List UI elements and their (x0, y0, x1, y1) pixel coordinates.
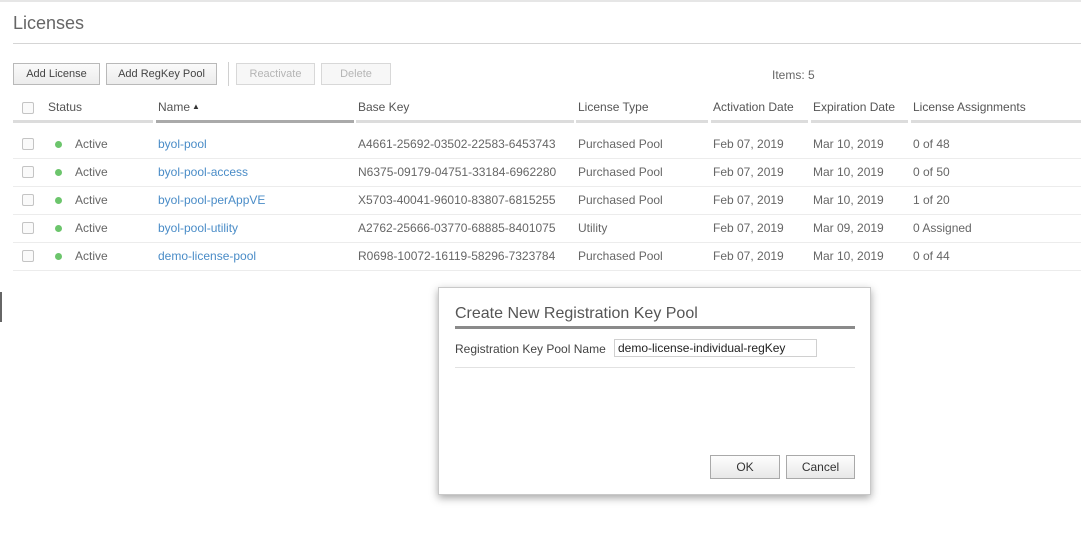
pool-name-label: Registration Key Pool Name (455, 342, 606, 356)
sort-ascending-icon: ▲ (192, 102, 200, 111)
row-status: Active (75, 193, 108, 207)
cancel-button[interactable]: Cancel (786, 455, 855, 479)
status-active-icon (55, 197, 62, 204)
row-base-key: A2762-25666-03770-68885-8401075 (358, 221, 556, 235)
delete-button[interactable]: Delete (321, 63, 391, 85)
row-checkbox[interactable] (22, 250, 34, 262)
row-base-key: N6375-09179-04751-33184-6962280 (358, 165, 557, 179)
column-header-activation-date[interactable]: Activation Date (713, 100, 794, 114)
select-all-checkbox[interactable] (22, 102, 34, 114)
row-base-key: A4661-25692-03502-22583-6453743 (358, 137, 556, 151)
column-header-base-key[interactable]: Base Key (358, 100, 409, 114)
row-license-assignments: 0 of 48 (913, 137, 950, 151)
table-row[interactable]: Active byol-pool-utility A2762-25666-037… (13, 214, 1081, 242)
reactivate-button[interactable]: Reactivate (236, 63, 315, 85)
row-activation-date: Feb 07, 2019 (713, 137, 784, 151)
add-license-button[interactable]: Add License (13, 63, 100, 85)
expiration-column-underline (811, 120, 908, 123)
status-active-icon (55, 225, 62, 232)
licenses-page: Licenses Add License Add RegKey Pool Rea… (0, 0, 1081, 535)
column-header-name[interactable]: Name ▲ (158, 100, 200, 114)
basekey-column-underline (356, 120, 574, 123)
row-license-type: Purchased Pool (578, 249, 663, 263)
row-name-link[interactable]: byol-pool (158, 137, 207, 151)
title-divider (13, 43, 1081, 44)
create-regkey-pool-dialog: Create New Registration Key Pool Registr… (438, 287, 871, 495)
row-activation-date: Feb 07, 2019 (713, 165, 784, 179)
table-row[interactable]: Active demo-license-pool R0698-10072-161… (13, 242, 1081, 270)
row-activation-date: Feb 07, 2019 (713, 249, 784, 263)
row-license-assignments: 0 of 50 (913, 165, 950, 179)
column-header-license-assignments[interactable]: License Assignments (913, 100, 1026, 114)
ok-button[interactable]: OK (710, 455, 780, 479)
status-column-underline (13, 120, 153, 123)
row-checkbox[interactable] (22, 166, 34, 178)
licensetype-column-underline (576, 120, 708, 123)
add-regkey-pool-button[interactable]: Add RegKey Pool (106, 63, 217, 85)
row-name-link[interactable]: demo-license-pool (158, 249, 256, 263)
row-checkbox[interactable] (22, 138, 34, 150)
row-status: Active (75, 221, 108, 235)
table-row[interactable]: Active byol-pool-access N6375-09179-0475… (13, 158, 1081, 186)
row-name-link[interactable]: byol-pool-perAppVE (158, 193, 265, 207)
row-status: Active (75, 137, 108, 151)
status-active-icon (55, 141, 62, 148)
row-license-assignments: 1 of 20 (913, 193, 950, 207)
row-license-type: Purchased Pool (578, 193, 663, 207)
assignments-column-underline (911, 120, 1081, 123)
row-license-type: Purchased Pool (578, 165, 663, 179)
row-divider (13, 270, 1081, 271)
column-header-name-label: Name (158, 100, 191, 114)
row-base-key: X5703-40041-96010-83807-6815255 (358, 193, 556, 207)
row-checkbox[interactable] (22, 194, 34, 206)
row-expiration-date: Mar 10, 2019 (813, 193, 884, 207)
row-license-assignments: 0 Assigned (913, 221, 972, 235)
column-header-license-type[interactable]: License Type (578, 100, 649, 114)
row-base-key: R0698-10072-16119-58296-7323784 (358, 249, 556, 263)
row-license-type: Utility (578, 221, 608, 235)
top-border (0, 0, 1081, 2)
column-header-status[interactable]: Status (48, 100, 82, 114)
status-active-icon (55, 169, 62, 176)
toolbar-separator (228, 62, 229, 86)
name-column-underline (156, 120, 354, 123)
dialog-title-divider (455, 326, 855, 329)
table-row[interactable]: Active byol-pool A4661-25692-03502-22583… (13, 130, 1081, 158)
items-count: Items: 5 (772, 68, 815, 82)
dialog-divider (455, 367, 855, 368)
row-activation-date: Feb 07, 2019 (713, 221, 784, 235)
activation-column-underline (711, 120, 808, 123)
row-expiration-date: Mar 10, 2019 (813, 249, 884, 263)
row-status: Active (75, 165, 108, 179)
left-edge-marker (0, 292, 2, 322)
row-license-type: Purchased Pool (578, 137, 663, 151)
table-row[interactable]: Active byol-pool-perAppVE X5703-40041-96… (13, 186, 1081, 214)
row-name-link[interactable]: byol-pool-utility (158, 221, 238, 235)
row-status: Active (75, 249, 108, 263)
pool-name-input[interactable] (614, 339, 817, 357)
status-active-icon (55, 253, 62, 260)
row-name-link[interactable]: byol-pool-access (158, 165, 248, 179)
row-expiration-date: Mar 10, 2019 (813, 165, 884, 179)
page-title: Licenses (13, 13, 85, 33)
dialog-title: Create New Registration Key Pool (455, 305, 698, 322)
row-expiration-date: Mar 10, 2019 (813, 137, 884, 151)
row-checkbox[interactable] (22, 222, 34, 234)
column-header-expiration-date[interactable]: Expiration Date (813, 100, 895, 114)
row-activation-date: Feb 07, 2019 (713, 193, 784, 207)
row-license-assignments: 0 of 44 (913, 249, 950, 263)
row-expiration-date: Mar 09, 2019 (813, 221, 884, 235)
